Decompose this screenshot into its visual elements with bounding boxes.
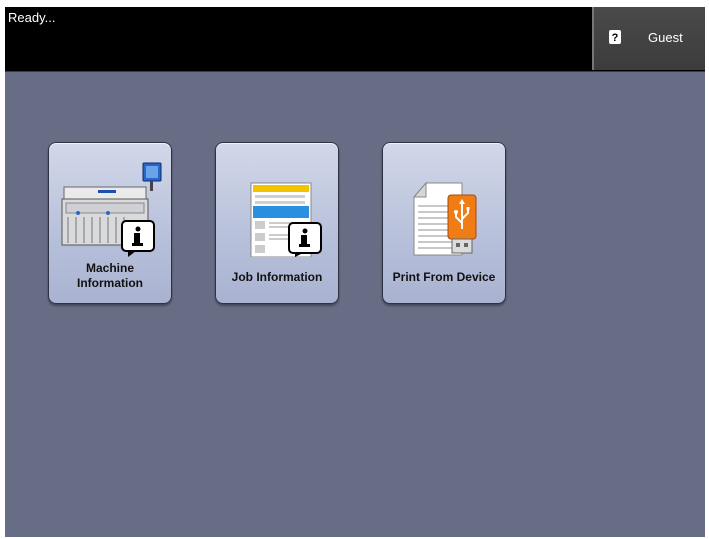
- usb-document-icon: [412, 181, 477, 256]
- document-info-icon: [250, 182, 322, 257]
- status-message: Ready...: [8, 10, 56, 25]
- job-information-label: Job Information: [231, 270, 323, 284]
- job-information-tile[interactable]: Job Information: [215, 142, 339, 304]
- user-name: Guest: [648, 30, 683, 45]
- machine-information-label: Machine Information: [77, 261, 143, 290]
- print-from-device-label: Print From Device: [392, 270, 496, 284]
- main-screen: Ready... ? Guest Machine Information Job…: [5, 7, 705, 537]
- top-status-bar: Ready... ? Guest: [5, 7, 705, 72]
- svg-text:?: ?: [612, 32, 619, 44]
- machine-information-tile[interactable]: Machine Information: [48, 142, 172, 304]
- printer-info-icon: [61, 162, 162, 257]
- print-from-device-tile[interactable]: Print From Device: [382, 142, 506, 304]
- user-lock-icon: ?: [609, 30, 621, 44]
- login-button[interactable]: ? Guest: [592, 7, 705, 70]
